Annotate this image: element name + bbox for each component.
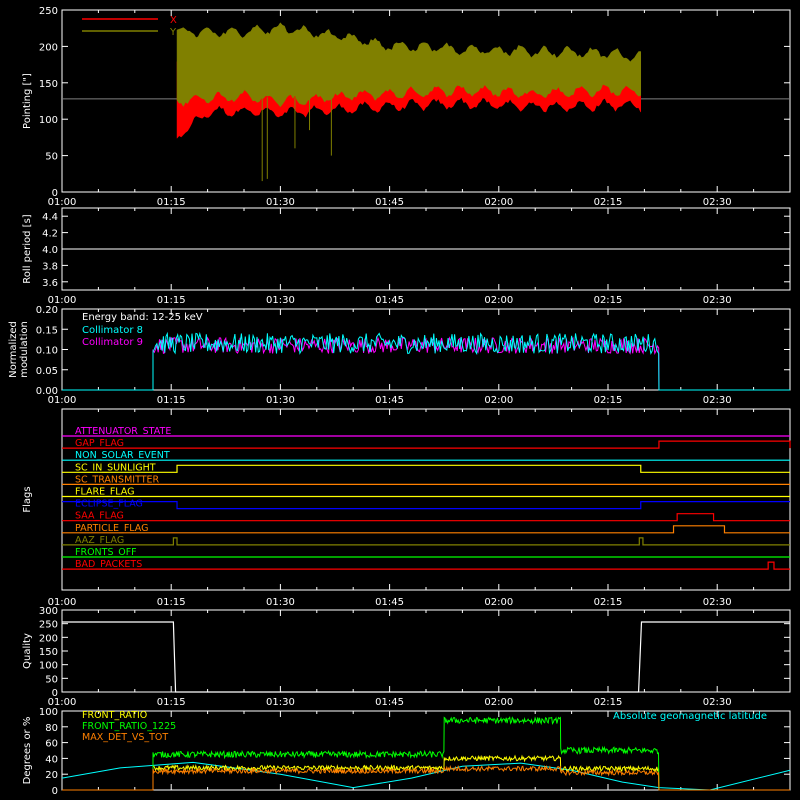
x-tick-label: 01:15: [157, 697, 186, 708]
y-tick-label: 200: [39, 633, 58, 644]
x-tick-label: 01:45: [375, 697, 404, 708]
x-tick-label: 01:45: [375, 597, 404, 608]
y-axis-label: modulation: [19, 321, 30, 378]
y-axis-label: Normalized: [8, 321, 19, 378]
x-tick-label: 02:30: [703, 597, 732, 608]
y-tick-label: 150: [39, 79, 58, 90]
y-tick-label: 0: [52, 786, 58, 797]
y-tick-label: 150: [39, 647, 58, 658]
y-tick-label: 80: [45, 723, 58, 734]
y-tick-label: 40: [45, 754, 58, 765]
x-tick-label: 01:15: [157, 295, 186, 306]
x-tick-label: 02:00: [484, 697, 513, 708]
x-tick-label: 02:15: [594, 597, 623, 608]
y-axis-label: Roll period [s]: [22, 214, 33, 283]
x-tick-label: 02:30: [703, 697, 732, 708]
x-tick-label: 02:00: [484, 395, 513, 406]
x-tick-label: 02:00: [484, 597, 513, 608]
x-tick-label: 02:15: [594, 295, 623, 306]
x-tick-label: 01:15: [157, 197, 186, 208]
y-tick-label: 100: [39, 707, 58, 718]
flag-label: ATTENUATOR_STATE: [75, 426, 171, 437]
x-tick-label: 02:30: [703, 295, 732, 306]
y-tick-label: 0.05: [36, 366, 58, 377]
y-tick-label: 20: [45, 770, 58, 781]
y-axis-label: Degrees or %: [22, 717, 33, 785]
y-tick-label: 300: [39, 606, 58, 617]
flag-label: PARTICLE_FLAG: [75, 523, 148, 534]
x-tick-label: 02:15: [594, 197, 623, 208]
y-tick-label: 0.00: [36, 386, 58, 397]
y-tick-label: 3.6: [42, 278, 58, 289]
legend-label: Collimator 9: [82, 337, 143, 348]
flag-label: FRONTS_OFF: [75, 547, 137, 558]
y-tick-label: 4.4: [42, 212, 58, 223]
y-tick-label: 0: [52, 688, 58, 699]
legend-label: MAX_DET_VS_TOT: [82, 732, 168, 743]
flag-label: BAD_PACKETS: [75, 559, 142, 570]
y-tick-label: 250: [39, 6, 58, 17]
y-tick-label: 60: [45, 739, 58, 750]
y-tick-label: 50: [45, 674, 58, 685]
energy-band-annotation: Energy band: 12-25 keV: [82, 312, 203, 323]
y-tick-label: 4.2: [42, 229, 58, 240]
y-tick-label: 0.10: [36, 346, 58, 357]
legend-label: FRONT_RATIO_1225: [82, 721, 176, 732]
x-tick-label: 01:30: [266, 395, 295, 406]
y-tick-label: 100: [39, 115, 58, 126]
x-tick-label: 01:45: [375, 295, 404, 306]
x-tick-label: 01:45: [375, 395, 404, 406]
x-tick-label: 01:30: [266, 597, 295, 608]
flag-label: NON_SOLAR_EVENT: [75, 450, 170, 461]
y-tick-label: 250: [39, 620, 58, 631]
legend-label: Absolute geomagnetic latitude: [613, 711, 767, 722]
x-tick-label: 02:15: [594, 697, 623, 708]
flag-label: SAA_FLAG: [75, 511, 124, 522]
x-tick-label: 01:30: [266, 697, 295, 708]
y-tick-label: 100: [39, 661, 58, 672]
y-tick-label: 0.20: [36, 305, 58, 316]
x-tick-label: 02:30: [703, 395, 732, 406]
flag-label: SC_IN_SUNLIGHT: [75, 462, 156, 473]
y-axis-label: Quality: [22, 633, 33, 669]
y-tick-label: 0: [52, 188, 58, 199]
y-tick-label: 0.15: [36, 325, 58, 336]
flag-label: FLARE_FLAG: [75, 487, 135, 498]
x-tick-label: 01:15: [157, 597, 186, 608]
x-tick-label: 01:30: [266, 197, 295, 208]
legend-label: FRONT_RATIO: [82, 710, 147, 721]
y-tick-label: 50: [45, 152, 58, 163]
legend-label: Y: [169, 27, 177, 38]
legend-label: Collimator 8: [82, 325, 143, 336]
y-tick-label: 3.8: [42, 261, 58, 272]
flag-label: SC_TRANSMITTER: [75, 474, 160, 485]
x-tick-label: 02:30: [703, 197, 732, 208]
x-tick-label: 01:30: [266, 295, 295, 306]
flag-label: GAP_FLAG: [75, 438, 124, 449]
x-tick-label: 01:45: [375, 197, 404, 208]
y-axis-label: Pointing ["]: [22, 73, 33, 129]
y-tick-label: 4.0: [42, 245, 58, 256]
x-tick-label: 02:00: [484, 197, 513, 208]
x-tick-label: 02:15: [594, 395, 623, 406]
x-tick-label: 01:15: [157, 395, 186, 406]
x-tick-label: 02:00: [484, 295, 513, 306]
y-axis-label: Flags: [22, 486, 33, 512]
y-tick-label: 200: [39, 42, 58, 53]
figure: 01:00 01:15 01:30 01:45 02:00 02:15 02:3005010…: [0, 0, 800, 800]
legend-label: X: [170, 15, 177, 26]
flag-label: AAZ_FLAG: [75, 535, 124, 546]
flag-label: ECLIPSE_FLAG: [75, 499, 143, 510]
